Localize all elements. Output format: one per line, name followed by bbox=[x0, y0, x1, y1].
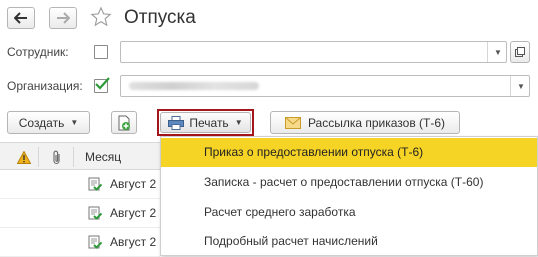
chevron-down-icon[interactable]: ▼ bbox=[487, 42, 508, 62]
mailing-label: Рассылка приказов (Т-6) bbox=[307, 115, 446, 130]
paperclip-icon bbox=[53, 150, 60, 165]
favorite-star-button[interactable] bbox=[90, 6, 112, 31]
row-month: Август 2 bbox=[110, 206, 157, 220]
forward-button[interactable] bbox=[49, 7, 77, 29]
organization-checkbox[interactable] bbox=[94, 77, 110, 93]
print-dropdown-menu: Приказ о предоставлении отпуска (Т-6) За… bbox=[160, 136, 538, 256]
warning-icon bbox=[17, 151, 31, 164]
printer-icon bbox=[168, 115, 185, 130]
add-document-icon bbox=[118, 115, 130, 130]
posted-document-icon bbox=[88, 177, 102, 191]
create-label: Создать bbox=[18, 115, 65, 130]
column-divider bbox=[38, 147, 39, 167]
arrow-right-icon bbox=[57, 12, 70, 24]
table-header: Месяц bbox=[0, 142, 160, 170]
envelope-icon bbox=[284, 116, 301, 129]
print-label: Печать bbox=[189, 115, 229, 130]
employee-label: Сотрудник: bbox=[7, 45, 69, 59]
posted-document-icon bbox=[88, 206, 102, 220]
chevron-down-icon[interactable]: ▼ bbox=[510, 76, 531, 96]
column-divider bbox=[73, 147, 74, 167]
table-row[interactable]: Август 2 bbox=[0, 199, 160, 228]
open-button[interactable] bbox=[510, 41, 530, 63]
menu-item-average-earnings[interactable]: Расчет среднего заработка bbox=[161, 198, 537, 227]
menu-item-order-t6[interactable]: Приказ о предоставлении отпуска (Т-6) bbox=[161, 138, 537, 167]
chevron-down-icon: ▼ bbox=[70, 118, 79, 127]
open-window-icon bbox=[515, 47, 525, 57]
organization-label: Организация: bbox=[7, 79, 83, 93]
posted-document-icon bbox=[88, 235, 102, 249]
month-column-header[interactable]: Месяц bbox=[85, 150, 121, 164]
table-row[interactable]: Август 2 bbox=[0, 228, 160, 257]
row-month: Август 2 bbox=[110, 235, 157, 249]
checkmark-icon bbox=[95, 77, 110, 90]
back-button[interactable] bbox=[7, 7, 35, 29]
print-button[interactable]: Печать ▼ bbox=[160, 112, 251, 133]
mailing-button[interactable]: Рассылка приказов (Т-6) bbox=[270, 111, 460, 134]
page-title: Отпуска bbox=[124, 7, 196, 28]
organization-value-redacted bbox=[129, 82, 259, 90]
menu-item-note-t60[interactable]: Записка - расчет о предоставлении отпуск… bbox=[161, 168, 537, 197]
menu-item-detailed-accruals[interactable]: Подробный расчет начислений bbox=[161, 227, 537, 256]
table-row[interactable]: Август 2 bbox=[0, 170, 160, 199]
employee-checkbox[interactable] bbox=[94, 45, 108, 59]
add-document-button[interactable] bbox=[111, 111, 137, 134]
chevron-down-icon: ▼ bbox=[234, 118, 243, 127]
organization-field[interactable]: ▼ bbox=[120, 75, 530, 97]
star-icon bbox=[90, 6, 112, 27]
employee-field[interactable]: ▼ bbox=[120, 41, 507, 63]
arrow-left-icon bbox=[14, 12, 27, 24]
create-button[interactable]: Создать ▼ bbox=[7, 111, 90, 134]
row-month: Август 2 bbox=[110, 177, 157, 191]
